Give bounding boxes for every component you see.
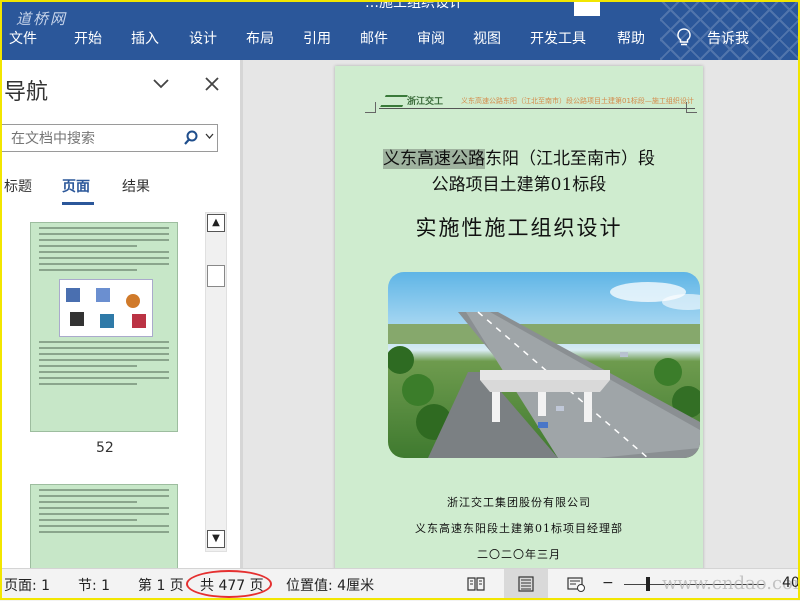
scroll-down-icon[interactable]: ▼ [207, 530, 225, 548]
status-section[interactable]: 节: 1 [78, 575, 110, 595]
print-layout-icon[interactable] [516, 575, 536, 593]
tab-references[interactable]: 引用 [303, 28, 331, 48]
chevron-down-icon[interactable] [152, 74, 170, 95]
page-thumbnail-52[interactable] [30, 222, 178, 432]
zoom-out-button[interactable]: − [602, 575, 614, 591]
page-thumbnail-53[interactable] [30, 484, 178, 574]
watermark-url: www.cndao.com [662, 573, 800, 594]
thumbnail-scrollbar[interactable] [205, 212, 227, 552]
search-options-chevron-icon[interactable] [205, 131, 214, 142]
thumbnail-page-number: 52 [96, 440, 114, 456]
search-box [0, 124, 218, 152]
tab-home[interactable]: 开始 [74, 28, 102, 48]
tab-file[interactable]: 文件 [9, 28, 37, 48]
tab-insert[interactable]: 插入 [131, 28, 159, 48]
active-tab-indicator [62, 202, 94, 205]
tab-results[interactable]: 结果 [122, 176, 150, 196]
title-bar-button[interactable] [574, 0, 600, 16]
web-layout-icon[interactable] [566, 575, 586, 593]
zoom-slider-thumb[interactable] [646, 577, 650, 591]
ribbon-bar: 道桥网 …施工组织设计 文件 开始 插入 设计 布局 引用 邮件 审阅 视图 开… [0, 0, 800, 60]
search-input[interactable] [9, 128, 183, 150]
highlight-oval [186, 570, 272, 598]
scroll-up-icon[interactable]: ▲ [207, 214, 225, 232]
zoom-level[interactable]: 40 [782, 575, 800, 591]
tab-developer[interactable]: 开发工具 [530, 28, 586, 48]
thumbnail-diagram [59, 279, 153, 337]
lightbulb-icon[interactable] [676, 28, 692, 52]
highlighted-text: 义东高速公路 [383, 149, 485, 169]
tab-headings[interactable]: 标题 [4, 176, 32, 196]
tab-help[interactable]: 帮助 [617, 28, 645, 48]
company-logo-icon [380, 94, 408, 107]
window-title: …施工组织设计 [365, 0, 463, 11]
status-page-of[interactable]: 第 1 页 [138, 575, 184, 595]
status-page[interactable]: 页面: 1 [4, 575, 50, 595]
project-department: 义东高速东阳段土建第01标项目经理部 [415, 522, 623, 535]
document-title-line2: 公路项目土建第01标段 [431, 175, 607, 195]
highway-photo [388, 272, 700, 458]
document-page[interactable]: 浙江交工 义东高速公路东阳（江北至南市）段公路项目土建第01标段—施工组织设计 … [335, 66, 703, 568]
tab-mailings[interactable]: 邮件 [360, 28, 388, 48]
document-date: 二〇二〇年三月 [477, 548, 561, 561]
header-text: 义东高速公路东阳（江北至南市）段公路项目土建第01标段—施工组织设计 [461, 97, 694, 105]
header-rule [379, 108, 695, 109]
watermark-logo: 道桥网 [16, 10, 68, 28]
tab-layout[interactable]: 布局 [246, 28, 274, 48]
tell-me-button[interactable]: 告诉我 [707, 28, 749, 48]
tab-pages[interactable]: 页面 [62, 176, 90, 196]
tab-design[interactable]: 设计 [189, 28, 217, 48]
status-position[interactable]: 位置值: 4厘米 [286, 575, 374, 595]
document-title-line1: 义东高速公路东阳（江北至南市）段 [383, 149, 655, 169]
document-main-title: 实施性施工组织设计 [415, 216, 623, 240]
scrollbar-thumb[interactable] [207, 265, 225, 287]
document-area: 浙江交工 义东高速公路东阳（江北至南市）段公路项目土建第01标段—施工组织设计 … [243, 60, 800, 568]
organization-name: 浙江交工集团股份有限公司 [447, 496, 591, 509]
close-icon[interactable] [204, 70, 220, 98]
header-logo: 浙江交工 [380, 94, 443, 107]
search-icon[interactable] [183, 129, 201, 147]
tab-view[interactable]: 视图 [473, 28, 501, 48]
tab-review[interactable]: 审阅 [417, 28, 445, 48]
nav-pane-title: 导航 [4, 80, 49, 105]
margin-corner [365, 102, 376, 113]
status-bar: 页面: 1 节: 1 第 1 页 共 477 页 位置值: 4厘米 − www.… [0, 568, 800, 601]
navigation-pane: 导航 标题 页面 结果 52 [0, 60, 240, 574]
read-mode-icon[interactable] [466, 575, 486, 593]
